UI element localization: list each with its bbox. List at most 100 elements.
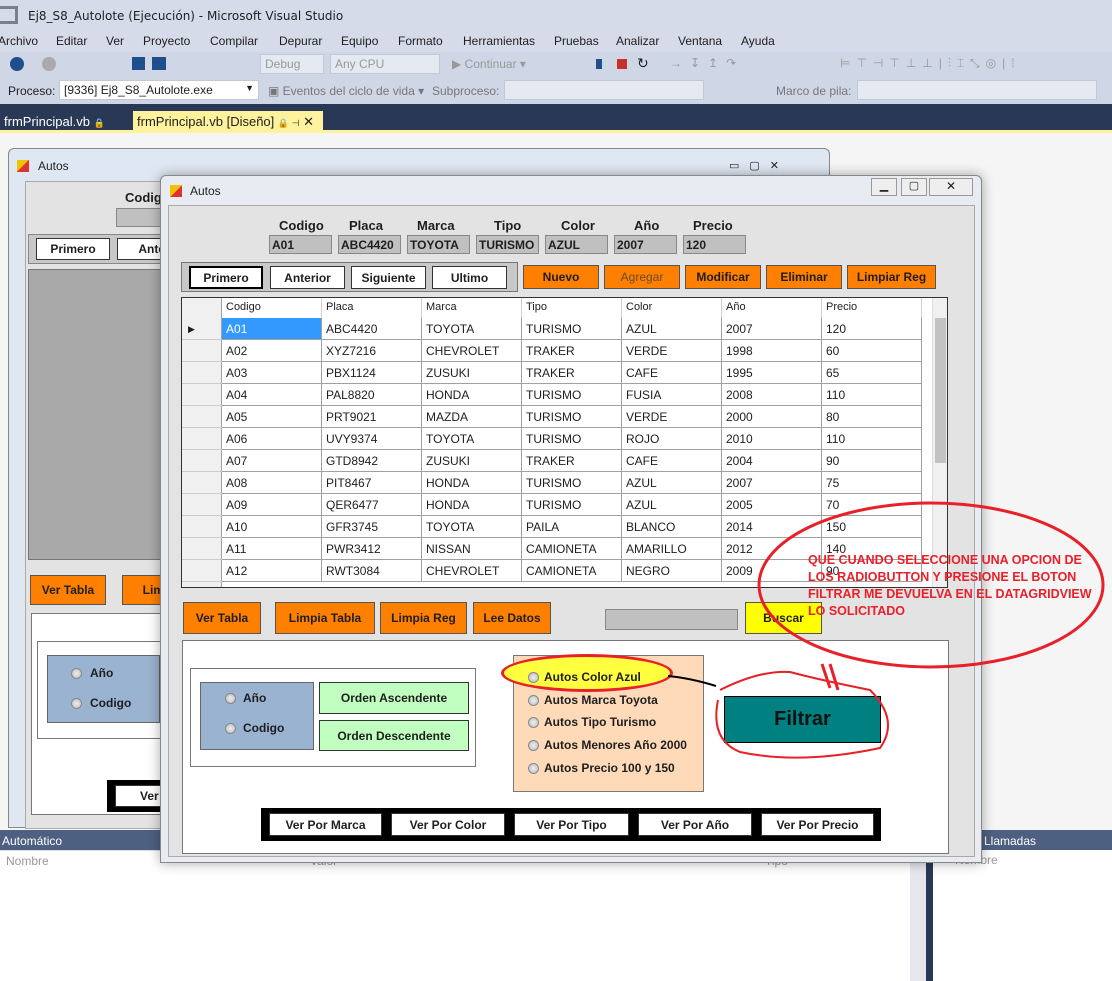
grid-cell[interactable]: PBX1124 <box>322 362 422 384</box>
grid-cell[interactable]: ABC4420 <box>322 318 422 340</box>
grid-cell[interactable]: PAL8820 <box>322 384 422 406</box>
filter-radio-precio[interactable] <box>528 763 539 774</box>
grid-cell[interactable]: 110 <box>822 384 922 406</box>
ano-field[interactable]: 2007 <box>614 235 677 254</box>
ver-tabla-button[interactable]: Ver Tabla <box>30 575 106 605</box>
grid-cell[interactable]: TURISMO <box>522 384 622 406</box>
ano-radio[interactable] <box>225 693 236 704</box>
menu-compilar[interactable]: Compilar <box>210 34 258 48</box>
grid-cell[interactable]: FUSIA <box>622 384 722 406</box>
menu-depurar[interactable]: Depurar <box>279 34 322 48</box>
ano-radio[interactable] <box>71 668 82 679</box>
grid-cell[interactable]: MAZDA <box>422 406 522 428</box>
grid-cell[interactable]: AMARILLO <box>622 538 722 560</box>
lee-datos-button[interactable]: Lee Datos <box>473 602 551 634</box>
menu-editar[interactable]: Editar <box>56 34 87 48</box>
grid-cell[interactable]: PRT9021 <box>322 406 422 428</box>
grid-cell[interactable]: TRAKER <box>522 450 622 472</box>
grid-cell[interactable]: CHEVROLET <box>422 560 522 582</box>
grid-cell[interactable]: A04 <box>222 384 322 406</box>
codigo-radio[interactable] <box>225 723 236 734</box>
ver-por-color-button[interactable]: Ver Por Color <box>391 813 505 836</box>
minimize-button[interactable]: ▁ <box>871 178 897 196</box>
grid-cell[interactable]: TURISMO <box>522 318 622 340</box>
search-field[interactable] <box>605 609 738 630</box>
row-header[interactable] <box>182 340 222 362</box>
eliminar-button[interactable]: Eliminar <box>766 265 842 289</box>
grid-cell[interactable]: RWT3084 <box>322 560 422 582</box>
grid-cell[interactable]: GFR3745 <box>322 516 422 538</box>
grid-cell[interactable]: HONDA <box>422 472 522 494</box>
grid-scrollbar[interactable] <box>932 298 947 587</box>
menu-pruebas[interactable]: Pruebas <box>554 34 599 48</box>
grid-cell[interactable]: 2007 <box>722 472 822 494</box>
grid-cell[interactable]: CAFE <box>622 450 722 472</box>
grid-cell[interactable]: AZUL <box>622 494 722 516</box>
tab-frmprincipal-code[interactable]: frmPrincipal.vb 🔒 <box>0 111 109 132</box>
lifecycle-events[interactable]: ▣ Eventos del ciclo de vida ▾ <box>268 84 424 98</box>
grid-cell[interactable]: TURISMO <box>522 406 622 428</box>
menu-ventana[interactable]: Ventana <box>678 34 722 48</box>
grid-cell[interactable]: A05 <box>222 406 322 428</box>
filtrar-button[interactable]: Filtrar <box>724 696 881 743</box>
grid-cell[interactable]: A12 <box>222 560 322 582</box>
grid-cell[interactable]: CAMIONETA <box>522 538 622 560</box>
filter-radio-azul[interactable] <box>528 672 539 683</box>
restart-icon[interactable]: ↻ <box>637 55 649 72</box>
filter-radio-toyota[interactable] <box>528 695 539 706</box>
grid-cell[interactable]: 2012 <box>722 538 822 560</box>
grid-cell[interactable]: AZUL <box>622 318 722 340</box>
grid-cell[interactable]: TOYOTA <box>422 318 522 340</box>
save-all-icon[interactable] <box>152 57 166 70</box>
grid-cell[interactable]: TURISMO <box>522 494 622 516</box>
grid-cell[interactable]: TOYOTA <box>422 428 522 450</box>
grid-cell[interactable]: QER6477 <box>322 494 422 516</box>
placa-field[interactable]: ABC4420 <box>338 235 401 254</box>
save-icon[interactable] <box>132 57 145 70</box>
maximize-button[interactable]: ▢ <box>901 178 927 196</box>
grid-cell[interactable]: A11 <box>222 538 322 560</box>
grid-cell[interactable]: TOYOTA <box>422 516 522 538</box>
filter-radio-menores-2000[interactable] <box>528 740 539 751</box>
layout-icons[interactable]: ⊨⊤⊣⊤⊥⊥|⫶⌶⤡◎|⁞ <box>840 56 1021 71</box>
grid-cell[interactable]: PWR3412 <box>322 538 422 560</box>
grid-cell[interactable]: VERDE <box>622 406 722 428</box>
grid-cell[interactable]: 1995 <box>722 362 822 384</box>
ver-por-precio-button[interactable]: Ver Por Precio <box>761 813 874 836</box>
grid-cell[interactable]: TRAKER <box>522 340 622 362</box>
grid-cell[interactable]: 2004 <box>722 450 822 472</box>
siguiente-button[interactable]: Siguiente <box>351 266 426 289</box>
grid-cell[interactable]: A09 <box>222 494 322 516</box>
grid-cell[interactable]: ZUSUKI <box>422 450 522 472</box>
scroll-thumb[interactable] <box>935 318 946 463</box>
row-header[interactable] <box>182 406 222 428</box>
grid-cell[interactable]: TURISMO <box>522 428 622 450</box>
grid-cell[interactable]: NEGRO <box>622 560 722 582</box>
codigo-field[interactable]: A01 <box>269 235 332 254</box>
anterior-button[interactable]: Anterior <box>270 266 345 289</box>
grid-cell[interactable]: AZUL <box>622 472 722 494</box>
grid-cell[interactable]: 150 <box>822 516 922 538</box>
column-header[interactable]: Tipo <box>522 298 622 318</box>
orden-descendente-button[interactable]: Orden Descendente <box>319 720 469 751</box>
menu-formato[interactable]: Formato <box>398 34 443 48</box>
grid-cell[interactable]: CHEVROLET <box>422 340 522 362</box>
row-header[interactable] <box>182 428 222 450</box>
grid-cell[interactable]: 2009 <box>722 560 822 582</box>
close-button[interactable]: ✕ <box>929 178 973 196</box>
column-header[interactable]: Precio <box>822 298 922 318</box>
grid-cell[interactable]: ROJO <box>622 428 722 450</box>
datagridview[interactable]: Codigo Placa Marca Tipo Color Año Precio ▶ A01 AB… <box>181 297 948 588</box>
grid-cell[interactable]: A02 <box>222 340 322 362</box>
pause-icon[interactable] <box>596 59 602 69</box>
column-header[interactable]: Color <box>622 298 722 318</box>
row-header[interactable] <box>182 362 222 384</box>
grid-cell[interactable]: 110 <box>822 428 922 450</box>
precio-field[interactable]: 120 <box>683 235 746 254</box>
menu-archivo[interactable]: Archivo <box>0 34 38 48</box>
grid-cell[interactable]: 80 <box>822 406 922 428</box>
ver-por-ano-button[interactable]: Ver Por Año <box>638 813 752 836</box>
tab-frmprincipal-design[interactable]: frmPrincipal.vb [Diseño] 🔒 ⊣ ✕ <box>133 111 323 132</box>
row-header[interactable]: ▶ <box>182 318 222 340</box>
marca-field[interactable]: TOYOTA <box>407 235 470 254</box>
